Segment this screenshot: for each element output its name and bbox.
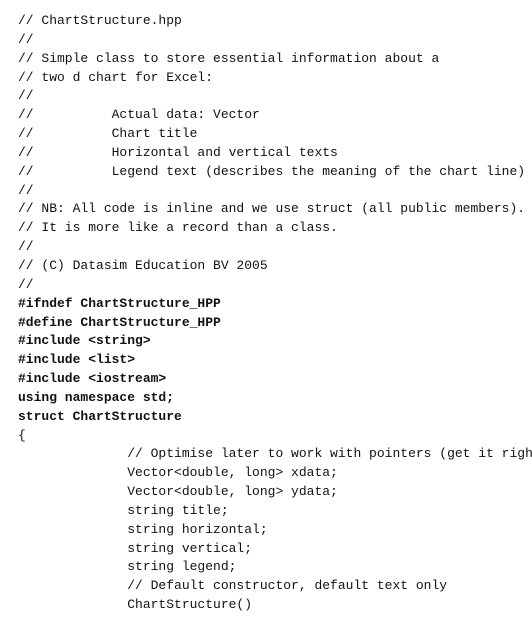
code-line: struct ChartStructure bbox=[18, 408, 514, 427]
code-line: #ifndef ChartStructure_HPP bbox=[18, 295, 514, 314]
code-line: // Default constructor, default text onl… bbox=[18, 577, 514, 596]
code-line: string title; bbox=[18, 502, 514, 521]
code-block: // ChartStructure.hpp//// Simple class t… bbox=[18, 12, 514, 615]
code-line: // Optimise later to work with pointers … bbox=[18, 445, 514, 464]
code-line: // bbox=[18, 182, 514, 201]
code-line: { bbox=[18, 427, 514, 446]
code-line: // Actual data: Vector bbox=[18, 106, 514, 125]
code-line: string legend; bbox=[18, 558, 514, 577]
code-line: // bbox=[18, 87, 514, 106]
code-line: // Horizontal and vertical texts bbox=[18, 144, 514, 163]
code-line: // bbox=[18, 31, 514, 50]
code-line: // Legend text (describes the meaning of… bbox=[18, 163, 514, 182]
code-line: ChartStructure() bbox=[18, 596, 514, 615]
code-line: // bbox=[18, 238, 514, 257]
code-line: // bbox=[18, 276, 514, 295]
code-line: // It is more like a record than a class… bbox=[18, 219, 514, 238]
code-line: using namespace std; bbox=[18, 389, 514, 408]
code-line: #include <list> bbox=[18, 351, 514, 370]
code-line: Vector<double, long> ydata; bbox=[18, 483, 514, 502]
code-line: string vertical; bbox=[18, 540, 514, 559]
code-line: // two d chart for Excel: bbox=[18, 69, 514, 88]
code-line: // Simple class to store essential infor… bbox=[18, 50, 514, 69]
code-line: // ChartStructure.hpp bbox=[18, 12, 514, 31]
code-line: #define ChartStructure_HPP bbox=[18, 314, 514, 333]
code-line: Vector<double, long> xdata; bbox=[18, 464, 514, 483]
code-line: string horizontal; bbox=[18, 521, 514, 540]
code-line: #include <string> bbox=[18, 332, 514, 351]
code-line: // Chart title bbox=[18, 125, 514, 144]
code-line: // NB: All code is inline and we use str… bbox=[18, 200, 514, 219]
code-line: #include <iostream> bbox=[18, 370, 514, 389]
code-line: // (C) Datasim Education BV 2005 bbox=[18, 257, 514, 276]
